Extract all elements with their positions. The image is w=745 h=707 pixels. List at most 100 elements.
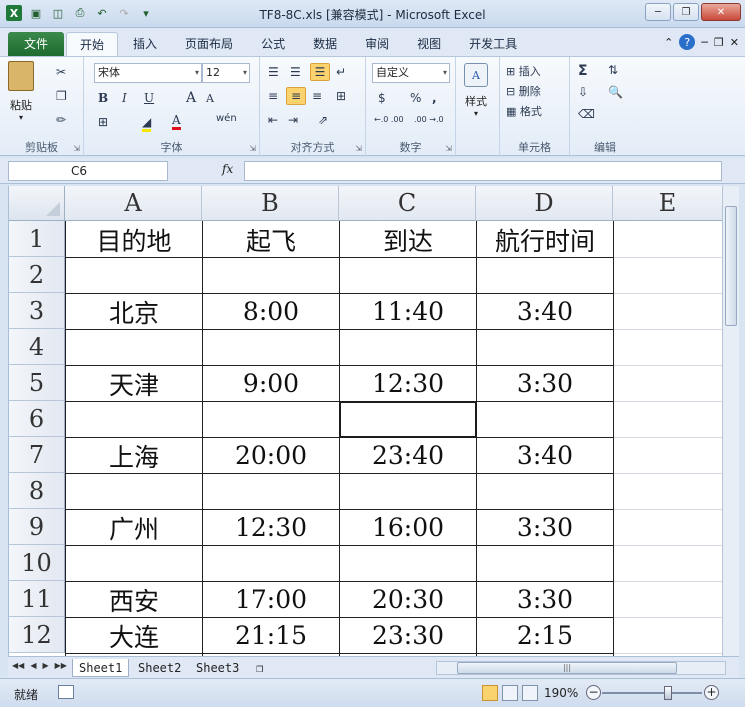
dialog-launcher-icon[interactable]: ⇲ (355, 144, 362, 153)
font-size-combo[interactable]: 12 ▾ (202, 63, 250, 83)
row-header-4[interactable]: 4 (9, 329, 65, 365)
bold-button[interactable]: B (98, 91, 108, 105)
insert-sheet-icon[interactable]: ❐ (250, 659, 269, 677)
row-header-11[interactable]: 11 (9, 581, 65, 617)
cell-d5[interactable]: 3:30 (477, 366, 613, 401)
cell-d1[interactable]: 航行时间 (477, 222, 613, 257)
decrease-indent-icon[interactable]: ⇤ (268, 113, 278, 127)
normal-view-button[interactable] (482, 685, 498, 701)
currency-button[interactable]: $ (378, 91, 386, 105)
cell-a1[interactable]: 目的地 (66, 222, 202, 257)
tab-file[interactable]: 文件 (8, 32, 65, 56)
cell-b6[interactable] (203, 402, 339, 437)
cell-d7[interactable]: 3:40 (477, 438, 613, 473)
help-icon[interactable]: ? (679, 34, 696, 50)
column-header-c[interactable]: C (339, 186, 476, 221)
phonetic-button[interactable]: wén (216, 113, 237, 124)
minimize-ribbon-icon[interactable]: ⌃ (664, 36, 673, 49)
cell-a2[interactable] (66, 258, 202, 293)
insert-cells-button[interactable]: ⊞ 插入 (506, 63, 541, 79)
cell-b11[interactable]: 17:00 (203, 582, 339, 617)
cell-c4[interactable] (340, 330, 476, 365)
cell-a4[interactable] (66, 330, 202, 365)
zoom-slider[interactable] (602, 692, 702, 694)
cell-c9[interactable]: 16:00 (340, 510, 476, 545)
delete-cells-button[interactable]: ⊟ 删除 (506, 83, 541, 99)
cell-c11[interactable]: 20:30 (340, 582, 476, 617)
zoom-in-button[interactable]: + (704, 685, 719, 700)
tab-view[interactable]: 视图 (404, 32, 454, 56)
cell-c7[interactable]: 23:40 (340, 438, 476, 473)
workbook-minimize-icon[interactable]: ─ (701, 36, 708, 49)
cell-b7[interactable]: 20:00 (203, 438, 339, 473)
cell-c1[interactable]: 到达 (340, 222, 476, 257)
cell-b9[interactable]: 12:30 (203, 510, 339, 545)
row-header-6[interactable]: 6 (9, 401, 65, 437)
prev-sheet-icon[interactable]: ◀ (30, 661, 36, 670)
cell-a6[interactable] (66, 402, 202, 437)
cell-a10[interactable] (66, 546, 202, 581)
cell-b3[interactable]: 8:00 (203, 294, 339, 329)
row-header-2[interactable]: 2 (9, 257, 65, 293)
fill-icon[interactable]: ⇩ (578, 85, 588, 99)
select-all-button[interactable] (9, 186, 65, 221)
tab-formulas[interactable]: 公式 (248, 32, 298, 56)
cell-a7[interactable]: 上海 (66, 438, 202, 473)
cell-c12[interactable]: 23:30 (340, 618, 476, 653)
workbook-restore-icon[interactable]: ❐ (714, 36, 724, 49)
sheet-tab-sheet2[interactable]: Sheet2 (132, 659, 187, 677)
cell-c6[interactable] (340, 402, 476, 437)
comma-button[interactable]: , (432, 91, 437, 105)
borders-icon[interactable]: ⊞ (98, 115, 108, 129)
dialog-launcher-icon[interactable]: ⇲ (445, 144, 452, 153)
copy-icon[interactable]: ❐ (56, 89, 67, 103)
first-sheet-icon[interactable]: ◀◀ (12, 661, 24, 670)
cell-b8[interactable] (203, 474, 339, 509)
tab-review[interactable]: 审阅 (352, 32, 402, 56)
tab-developer[interactable]: 开发工具 (456, 32, 530, 56)
zoom-slider-knob[interactable] (664, 686, 672, 700)
shrink-font-button[interactable]: A (206, 92, 214, 105)
row-header-3[interactable]: 3 (9, 293, 65, 329)
cell-d12[interactable]: 2:15 (477, 618, 613, 653)
cell-b2[interactable] (203, 258, 339, 293)
cell-a11[interactable]: 西安 (66, 582, 202, 617)
number-format-combo[interactable]: 自定义 ▾ (372, 63, 450, 83)
increase-indent-icon[interactable]: ⇥ (288, 113, 298, 127)
cell-b4[interactable] (203, 330, 339, 365)
cell-c2[interactable] (340, 258, 476, 293)
name-box[interactable]: C6 (8, 161, 168, 181)
merge-center-icon[interactable]: ⊞ (336, 89, 346, 103)
cell-a12[interactable]: 大连 (66, 618, 202, 653)
tab-insert[interactable]: 插入 (120, 32, 170, 56)
dialog-launcher-icon[interactable]: ⇲ (249, 144, 256, 153)
cell-a5[interactable]: 天津 (66, 366, 202, 401)
cut-icon[interactable]: ✂ (56, 65, 66, 79)
grow-font-button[interactable]: A (186, 90, 196, 106)
tab-page-layout[interactable]: 页面布局 (172, 32, 246, 56)
styles-button[interactable]: A 样式 ▾ (464, 63, 488, 118)
column-header-d[interactable]: D (476, 186, 613, 221)
find-select-icon[interactable]: 🔍 (608, 85, 623, 99)
cell-d3[interactable]: 3:40 (477, 294, 613, 329)
align-center-icon[interactable]: ≡ (286, 87, 306, 105)
underline-button[interactable]: U (144, 91, 154, 105)
format-cells-button[interactable]: ▦ 格式 (506, 103, 542, 119)
row-header-12[interactable]: 12 (9, 617, 65, 653)
cell-b5[interactable]: 9:00 (203, 366, 339, 401)
orientation-icon[interactable]: ⇗ (318, 113, 328, 127)
format-painter-icon[interactable]: ✏ (56, 113, 66, 127)
italic-button[interactable]: I (122, 91, 127, 105)
autosum-button[interactable]: Σ (578, 63, 588, 79)
insert-function-button[interactable]: fx (222, 162, 233, 176)
cell-a3[interactable]: 北京 (66, 294, 202, 329)
fill-color-icon[interactable]: ◢ (142, 115, 152, 132)
font-color-button[interactable]: A (172, 113, 181, 130)
next-sheet-icon[interactable]: ▶ (42, 661, 48, 670)
cell-c10[interactable] (340, 546, 476, 581)
cell-b10[interactable] (203, 546, 339, 581)
row-header-1[interactable]: 1 (9, 221, 65, 257)
cell-c3[interactable]: 11:40 (340, 294, 476, 329)
row-header-9[interactable]: 9 (9, 509, 65, 545)
sheet-tab-sheet3[interactable]: Sheet3 (190, 659, 245, 677)
